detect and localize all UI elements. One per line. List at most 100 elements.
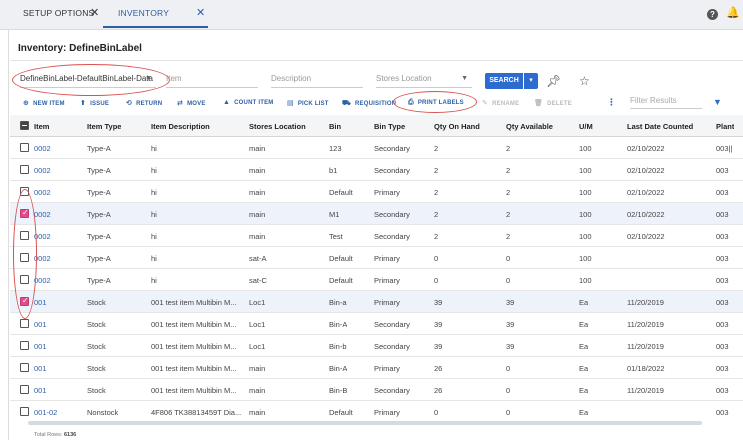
row-qty-on-hand: 2: [434, 144, 439, 153]
row-plant: 003: [716, 276, 729, 285]
new-item-button[interactable]: ⊕ NEW ITEM: [23, 99, 65, 107]
row-bin-type: Primary: [374, 276, 400, 285]
row-plant: 003: [716, 298, 729, 307]
star-icon[interactable]: ☆: [579, 74, 590, 88]
row-qty-available: 2: [506, 188, 511, 197]
row-last-date-counted: 01/18/2022: [627, 364, 665, 373]
item-input[interactable]: Item: [166, 74, 258, 88]
move-label: MOVE: [187, 101, 206, 107]
table-row[interactable]: 001-02 Nonstock 4F806 TK38813459T Dia... ma…: [10, 401, 743, 421]
description-input[interactable]: Description: [271, 74, 363, 88]
row-stores-location: main: [249, 408, 266, 417]
stores-location-select[interactable]: Stores Location ▼: [376, 74, 472, 88]
search-button[interactable]: SEARCH: [485, 73, 523, 89]
row-item-link[interactable]: 0002: [34, 276, 51, 285]
row-checkbox[interactable]: [20, 341, 29, 350]
table-row[interactable]: 0002 Type-A hi main Default Primary 2 2 100 02/10…: [10, 181, 743, 203]
row-item-link[interactable]: 001: [34, 320, 47, 329]
stores-location-placeholder: Stores Location: [376, 74, 432, 83]
column-header-plant[interactable]: Plant: [716, 122, 734, 131]
row-item-link[interactable]: 0002: [34, 210, 51, 219]
select-all-checkbox[interactable]: [20, 121, 29, 130]
table-row[interactable]: 001 Stock 001 test item Multibin M... Loc1 B…: [10, 291, 743, 313]
issue-label: ISSUE: [90, 101, 110, 107]
row-checkbox[interactable]: [20, 363, 29, 372]
row-item-link[interactable]: 0002: [34, 188, 51, 197]
table-row[interactable]: 0002 Type-A hi sat-A Default Primary 0 0 100 003: [10, 247, 743, 269]
row-item-link[interactable]: 001: [34, 298, 47, 307]
return-button[interactable]: ⟲ RETURN: [126, 99, 162, 107]
close-tab-inventory-icon[interactable]: ✕: [196, 6, 205, 19]
row-plant: 003: [716, 166, 729, 175]
row-item-type: Nonstock: [87, 408, 119, 417]
row-last-date-counted: 11/20/2019: [627, 342, 664, 351]
column-header-stores-location[interactable]: Stores Location: [249, 122, 306, 131]
column-header-item-type[interactable]: Item Type: [87, 122, 121, 131]
table-row[interactable]: 0002 Type-A hi main Test Secondary 2 2 100 02/10/…: [10, 225, 743, 247]
row-qty-available: 39: [506, 298, 515, 307]
issue-button[interactable]: ⬆ ISSUE: [80, 99, 109, 107]
pin-icon[interactable]: 📌︎: [546, 74, 561, 88]
column-header-bin-type[interactable]: Bin Type: [374, 122, 405, 131]
table-row[interactable]: 001 Stock 001 test item Multibin M... Loc1 B…: [10, 313, 743, 335]
column-header-item-description[interactable]: Item Description: [151, 122, 210, 131]
table-row[interactable]: 001 Stock 001 test item Multibin M... main B…: [10, 379, 743, 401]
column-header-qty-available[interactable]: Qty Available: [506, 122, 553, 131]
row-bin-type: Secondary: [374, 144, 410, 153]
help-icon[interactable]: ?: [707, 9, 718, 20]
count-item-button[interactable]: ▲ COUNT ITEM: [223, 99, 273, 106]
return-label: RETURN: [136, 101, 163, 107]
row-um: Ea: [579, 364, 589, 373]
row-item-link[interactable]: 001: [34, 386, 47, 395]
row-checkbox[interactable]: [20, 385, 29, 394]
table-row[interactable]: 0002 Type-A hi main b1 Secondary 2 2 100 02/10/20…: [10, 159, 743, 181]
row-item-type: Type-A: [87, 210, 111, 219]
move-button[interactable]: ⇄ MOVE: [177, 99, 206, 107]
horizontal-scrollbar[interactable]: [28, 421, 702, 425]
row-bin: Bin-b: [329, 342, 347, 351]
row-bin: Bin-A: [329, 364, 348, 373]
row-bin-type: Secondary: [374, 386, 410, 395]
row-stores-location: main: [249, 210, 266, 219]
row-item-link[interactable]: 001: [34, 342, 47, 351]
row-item-link[interactable]: 0002: [34, 166, 51, 175]
top-tab-bar: SETUP OPTIONS ✕ INVENTORY ✕ ? 🔔: [0, 0, 743, 30]
column-header-qty-on-hand[interactable]: Qty On Hand: [434, 122, 480, 131]
rename-button[interactable]: ✎ RENAME: [482, 99, 519, 107]
column-header-item[interactable]: Item: [34, 122, 49, 131]
table-row[interactable]: 001 Stock 001 test item Multibin M... Loc1 B…: [10, 335, 743, 357]
row-checkbox[interactable]: [20, 165, 29, 174]
row-item-link[interactable]: 0002: [34, 144, 51, 153]
filter-results-input[interactable]: Filter Results: [630, 96, 702, 109]
requisition-button[interactable]: ⛟ REQUISITION: [342, 99, 396, 108]
row-item-type: Type-A: [87, 276, 111, 285]
row-item-type: Type-A: [87, 254, 111, 263]
row-checkbox[interactable]: [20, 407, 29, 416]
row-qty-on-hand: 39: [434, 320, 443, 329]
bell-icon[interactable]: 🔔: [726, 6, 740, 19]
funnel-icon[interactable]: ▼: [713, 97, 722, 107]
row-item-link[interactable]: 001: [34, 364, 47, 373]
row-bin-type: Secondary: [374, 166, 410, 175]
more-options-icon[interactable]: ⋮: [607, 97, 616, 108]
close-tab-setup-options-icon[interactable]: ✕: [90, 6, 99, 19]
row-qty-on-hand: 0: [434, 276, 439, 285]
row-stores-location: main: [249, 364, 266, 373]
delete-button[interactable]: 🗑︎ DELETE: [534, 99, 572, 107]
column-header-um[interactable]: U/M: [579, 122, 593, 131]
search-dropdown-button[interactable]: ▾: [524, 73, 538, 89]
table-row[interactable]: 001 Stock 001 test item Multibin M... main B…: [10, 357, 743, 379]
row-um: 100: [579, 144, 592, 153]
table-row[interactable]: 0002 Type-A hi main 123 Secondary 2 2 100 02/10/2…: [10, 137, 743, 159]
row-checkbox[interactable]: [20, 319, 29, 328]
column-header-bin[interactable]: Bin: [329, 122, 341, 131]
table-row[interactable]: 0002 Type-A hi main M1 Secondary 2 2 100 02/10/20…: [10, 203, 743, 225]
table-row[interactable]: 0002 Type-A hi sat-C Default Primary 0 0 100 003: [10, 269, 743, 291]
row-qty-available: 0: [506, 386, 511, 395]
tab-inventory[interactable]: INVENTORY: [118, 8, 169, 18]
row-checkbox[interactable]: [20, 143, 29, 152]
column-header-last-date-counted[interactable]: Last Date Counted: [627, 122, 693, 131]
pick-list-button[interactable]: ▤ PICK LIST: [287, 99, 329, 107]
tab-setup-options[interactable]: SETUP OPTIONS: [23, 8, 94, 18]
row-item-link[interactable]: 001-02: [34, 408, 57, 417]
